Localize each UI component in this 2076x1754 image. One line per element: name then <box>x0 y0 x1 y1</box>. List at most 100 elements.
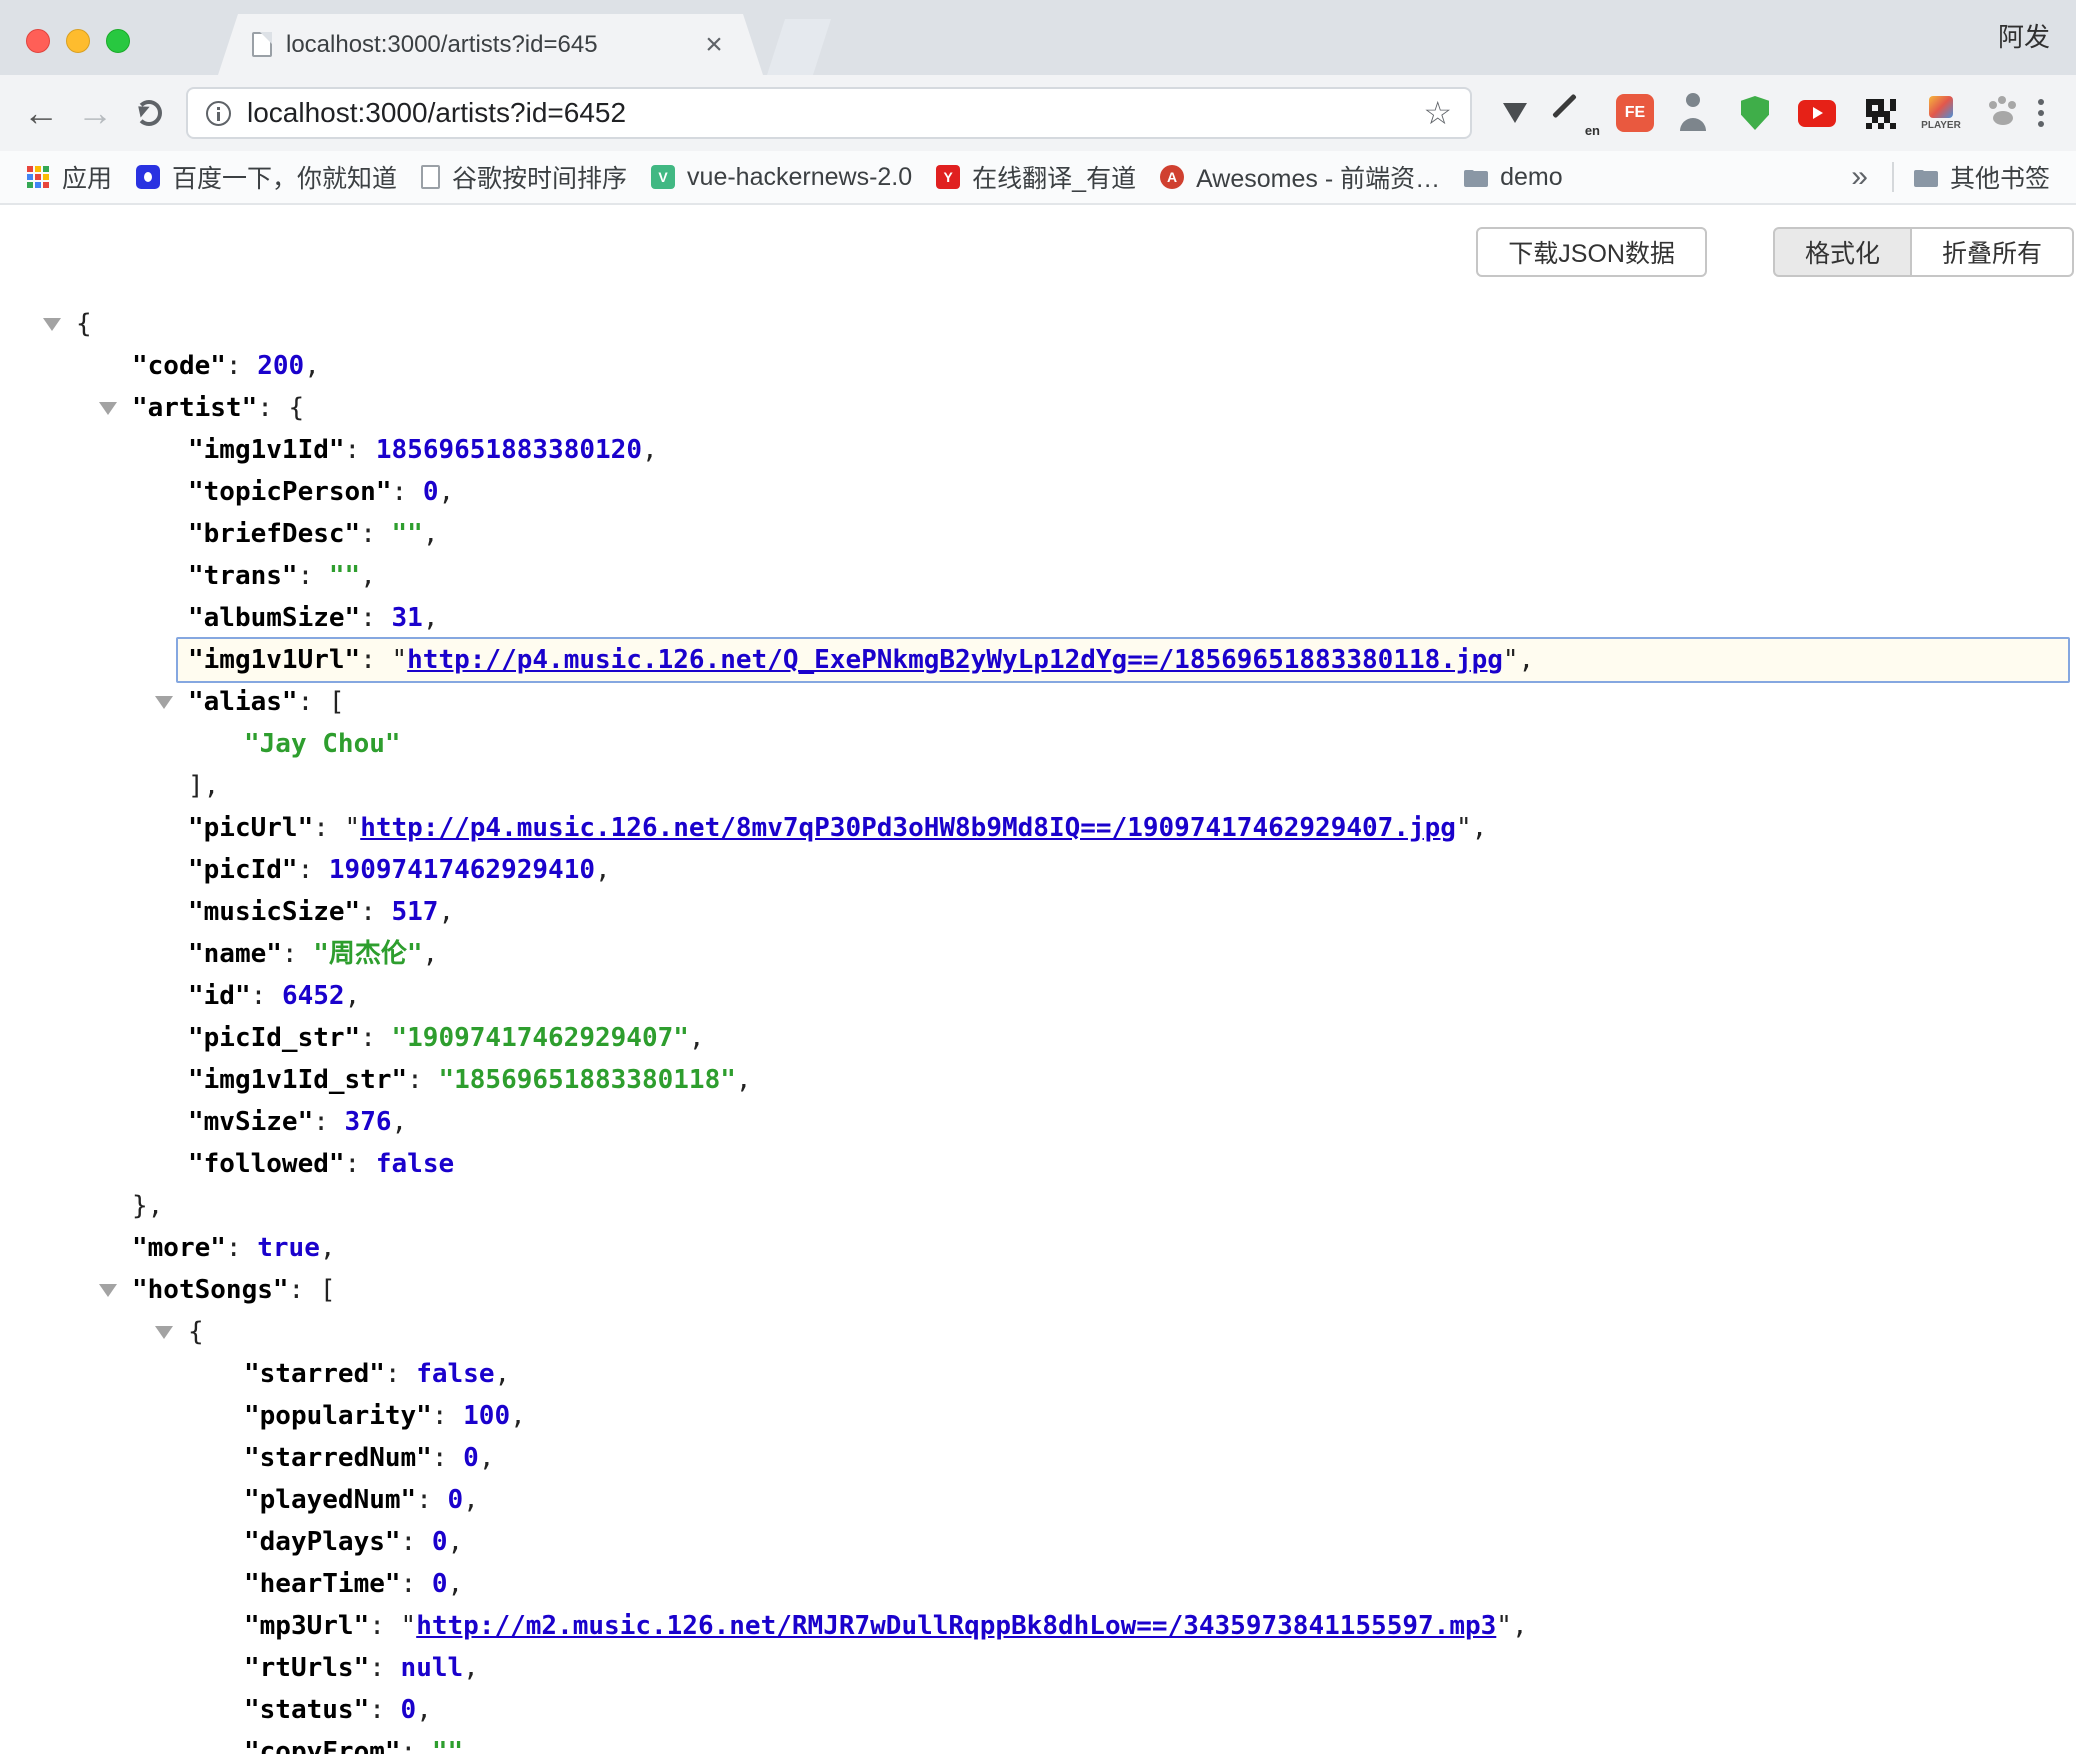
page-icon <box>252 32 272 57</box>
json-token: : <box>345 435 376 465</box>
json-line: "albumSize": 31, <box>0 597 2076 639</box>
qr-icon[interactable] <box>1856 85 1902 141</box>
forward-icon <box>68 86 122 140</box>
json-line: "starredNum": 0, <box>0 1437 2076 1479</box>
player-icon[interactable]: PLAYER <box>1918 85 1964 141</box>
json-token: , <box>463 1653 479 1683</box>
bookmark-item[interactable]: AAwesomes - 前端资… <box>1148 151 1452 203</box>
bookmark-label: Awesomes - 前端资… <box>1196 159 1440 195</box>
json-line-content: "picUrl": "http://p4.music.126.net/8mv7q… <box>188 807 2076 849</box>
collapse-toggle-icon[interactable] <box>155 696 173 709</box>
json-line: "img1v1Id_str": "18569651883380118", <box>0 1059 2076 1101</box>
json-line-content: "albumSize": 31, <box>188 597 2076 639</box>
json-line-content: "playedNum": 0, <box>244 1479 2076 1521</box>
browser-tab[interactable]: localhost:3000/artists?id=645 <box>218 14 763 75</box>
bookmark-item[interactable]: demo <box>1452 151 1575 203</box>
format-button[interactable]: 格式化 <box>1773 227 1911 277</box>
json-token: , <box>689 1023 705 1053</box>
json-token: false <box>416 1359 494 1389</box>
shield-icon[interactable] <box>1732 85 1778 141</box>
json-line: "hotSongs": [ <box>0 1269 2076 1311</box>
tab-close-icon[interactable] <box>699 30 729 60</box>
bookmark-item[interactable]: Y在线翻译_有道 <box>924 151 1148 203</box>
json-gutter <box>0 1284 132 1297</box>
json-link[interactable]: http://m2.music.126.net/RMJR7wDullRqppBk… <box>416 1611 1496 1641</box>
reload-icon[interactable] <box>122 86 176 140</box>
json-token: : <box>282 939 313 969</box>
json-token: 0 <box>448 1485 464 1515</box>
collapse-toggle-icon[interactable] <box>99 402 117 415</box>
json-token: "mp3Url" <box>244 1611 369 1641</box>
json-line: { <box>0 1311 2076 1353</box>
json-line: "playedNum": 0, <box>0 1479 2076 1521</box>
json-line-content: "hotSongs": [ <box>132 1269 2076 1311</box>
url-text[interactable]: localhost:3000/artists?id=6452 <box>247 97 1423 129</box>
address-bar[interactable]: localhost:3000/artists?id=6452 <box>186 87 1472 139</box>
collapse-all-button[interactable]: 折叠所有 <box>1911 227 2074 277</box>
json-line: "status": 0, <box>0 1689 2076 1731</box>
json-line: "popularity": 100, <box>0 1395 2076 1437</box>
json-token: "starredNum" <box>244 1443 432 1473</box>
youtube-icon[interactable] <box>1794 85 1840 141</box>
json-token: , <box>438 897 454 927</box>
bookmark-item[interactable]: 应用 <box>14 151 124 203</box>
minimize-window-button[interactable] <box>66 29 90 53</box>
json-token: "copyFrom" <box>244 1737 401 1754</box>
json-line-content: "status": 0, <box>244 1689 2076 1731</box>
bookmark-label: 应用 <box>62 159 112 195</box>
bookmark-item[interactable]: 百度一下，你就知道 <box>124 151 409 203</box>
close-window-button[interactable] <box>26 29 50 53</box>
zoom-window-button[interactable] <box>106 29 130 53</box>
person-icon[interactable] <box>1670 85 1716 141</box>
other-bookmarks-button[interactable]: 其他书签 <box>1902 151 2062 203</box>
json-line-content: "topicPerson": 0, <box>188 471 2076 513</box>
json-token: , <box>510 1401 526 1431</box>
bookmark-label: 谷歌按时间排序 <box>452 159 627 195</box>
bookmark-item[interactable]: Vvue-hackernews-2.0 <box>639 151 924 203</box>
json-token: , <box>448 1527 464 1557</box>
overflow-menu-icon[interactable] <box>2038 110 2044 116</box>
json-token: null <box>401 1653 464 1683</box>
collapse-toggle-icon[interactable] <box>43 318 61 331</box>
json-token: "hotSongs" <box>132 1275 289 1305</box>
json-token: "Jay Chou" <box>244 729 401 759</box>
profile-name[interactable]: 阿发 <box>1998 17 2050 58</box>
back-icon[interactable] <box>14 86 68 140</box>
translate-icon[interactable]: en <box>1554 85 1600 141</box>
json-line: "topicPerson": 0, <box>0 471 2076 513</box>
json-link[interactable]: http://p4.music.126.net/Q_ExePNkmgB2yWyL… <box>407 645 1503 675</box>
paw-icon[interactable] <box>1980 85 2026 141</box>
json-token: : <box>401 1737 432 1754</box>
json-token: "code" <box>132 351 226 381</box>
json-token: , <box>304 351 320 381</box>
json-line: "alias": [ <box>0 681 2076 723</box>
bookmark-label: vue-hackernews-2.0 <box>687 163 912 192</box>
json-line-content: "mp3Url": "http://m2.music.126.net/RMJR7… <box>244 1605 2076 1647</box>
json-token: : <box>313 1107 344 1137</box>
json-line: "briefDesc": "", <box>0 513 2076 555</box>
json-gutter <box>0 696 188 709</box>
bookmark-label: 百度一下，你就知道 <box>172 159 397 195</box>
collapse-toggle-icon[interactable] <box>155 1326 173 1339</box>
json-token: "img1v1Url" <box>188 645 360 675</box>
json-token: "id" <box>188 981 251 1011</box>
site-info-icon[interactable] <box>206 101 231 126</box>
bookmark-item[interactable]: 谷歌按时间排序 <box>409 151 639 203</box>
json-gutter <box>0 1326 188 1339</box>
new-tab-button[interactable] <box>767 19 831 75</box>
json-line: "picId": 19097417462929410, <box>0 849 2076 891</box>
vimium-icon[interactable] <box>1492 85 1538 141</box>
json-token: 0 <box>463 1443 479 1473</box>
json-line-content: "briefDesc": "", <box>188 513 2076 555</box>
json-token: "周杰伦" <box>313 939 422 969</box>
collapse-toggle-icon[interactable] <box>99 1284 117 1297</box>
bookmarks-overflow-chevron[interactable]: » <box>1835 160 1884 194</box>
json-token: , <box>423 603 439 633</box>
bookmark-star-icon[interactable] <box>1423 94 1452 132</box>
download-json-button[interactable]: 下载JSON数据 <box>1476 227 1707 277</box>
json-token: , <box>345 981 361 1011</box>
json-link[interactable]: http://p4.music.126.net/8mv7qP30Pd3oHW8b… <box>360 813 1456 843</box>
folder-icon <box>1914 171 1938 187</box>
fehelper-icon[interactable]: FE <box>1616 94 1654 132</box>
browser-window: localhost:3000/artists?id=645 阿发 localho… <box>0 0 2076 1754</box>
